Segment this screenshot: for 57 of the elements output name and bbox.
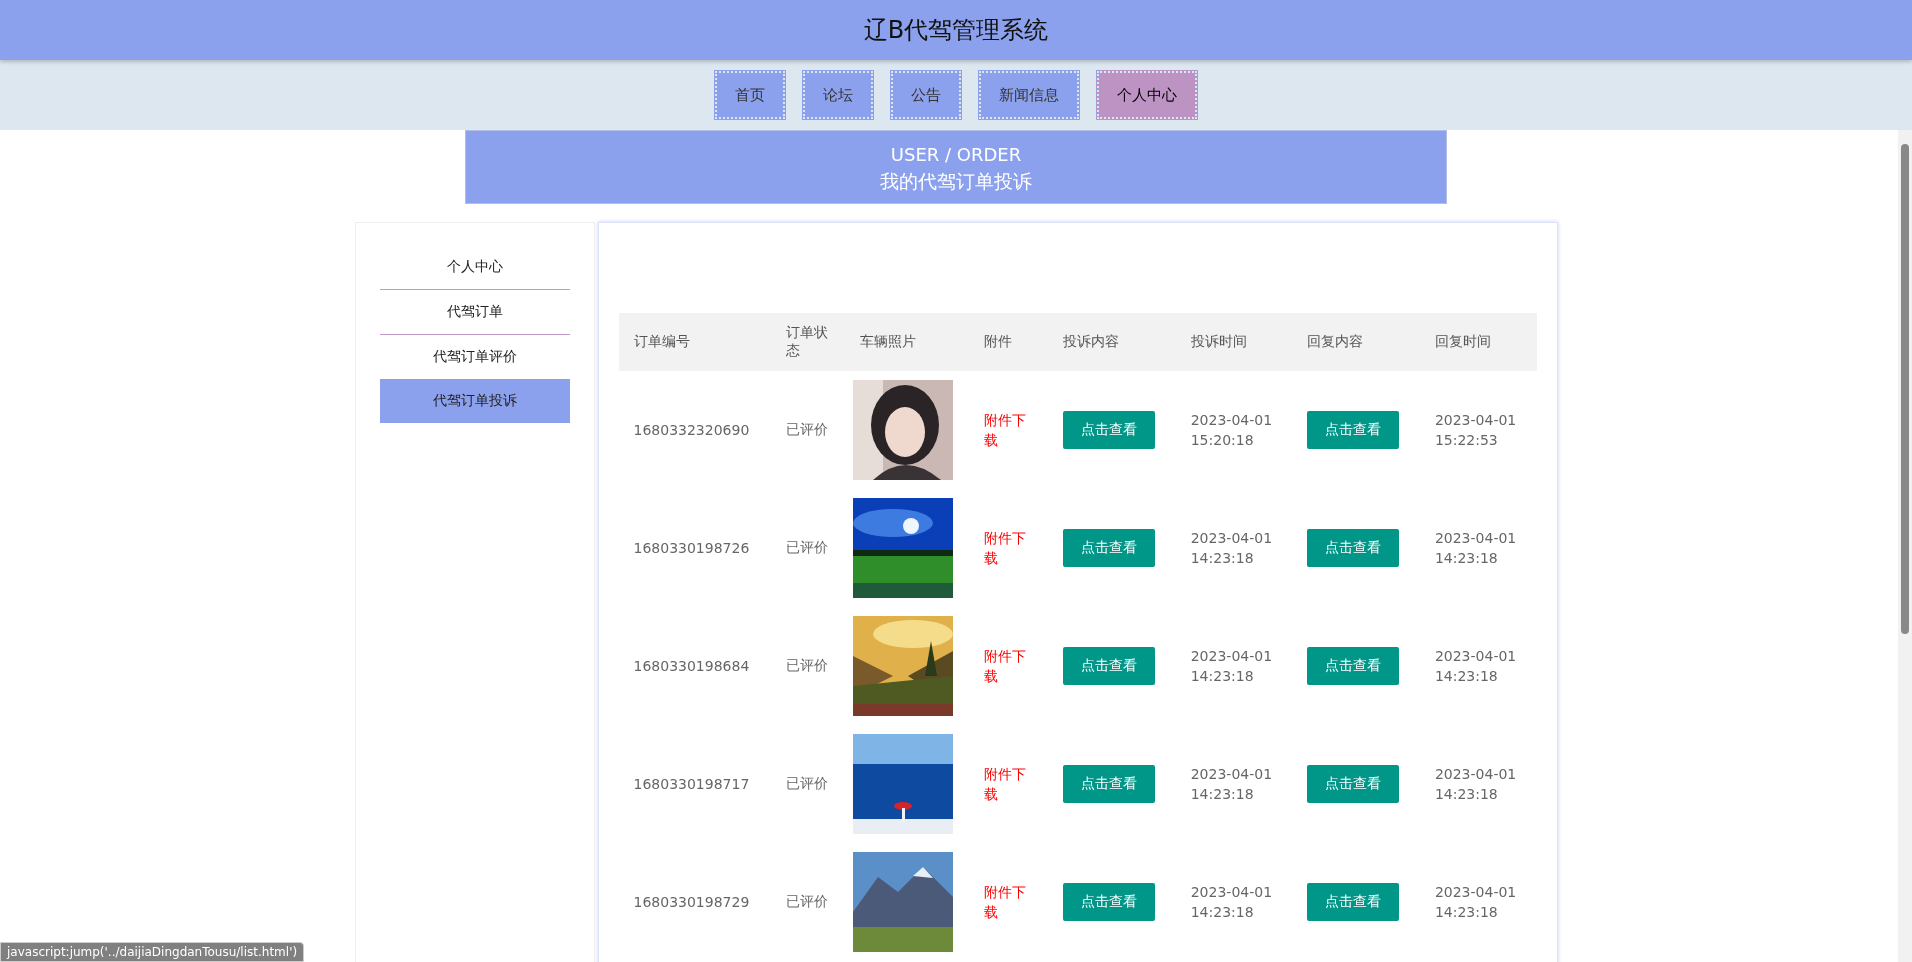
download-link[interactable]: 附件下载 <box>983 528 1030 568</box>
table-cell: 1680332320690 <box>633 422 750 438</box>
view-button[interactable]: 点击查看 <box>1063 529 1156 567</box>
column-header: 车辆照片 <box>845 313 969 371</box>
table-cell: 2023-04-01 14:23:18 <box>1434 884 1517 920</box>
view-button[interactable]: 点击查看 <box>1307 647 1400 685</box>
sidebar-item[interactable]: 代驾订单 <box>379 290 570 335</box>
table-cell: 2023-04-01 14:23:18 <box>1190 530 1273 566</box>
sidebar-item[interactable]: 个人中心 <box>379 245 570 290</box>
column-header: 投诉内容 <box>1048 313 1176 371</box>
column-header: 回复内容 <box>1292 313 1420 371</box>
download-link[interactable]: 附件下载 <box>983 882 1030 922</box>
table-cell: 2023-04-01 14:23:18 <box>1190 766 1273 802</box>
table-cell: 1680330198717 <box>633 776 750 792</box>
scrollbar[interactable] <box>1898 130 1912 962</box>
view-button[interactable]: 点击查看 <box>1063 883 1156 921</box>
site-title: 辽B代驾管理系统 <box>863 15 1049 46</box>
view-button[interactable]: 点击查看 <box>1307 765 1400 803</box>
table-cell: 2023-04-01 14:23:18 <box>1434 530 1517 566</box>
view-button[interactable]: 点击查看 <box>1063 647 1156 685</box>
view-button[interactable]: 点击查看 <box>1063 411 1156 449</box>
view-button[interactable]: 点击查看 <box>1307 529 1400 567</box>
nav-tab[interactable]: 首页 <box>714 70 786 120</box>
column-header: 订单状态 <box>771 313 846 371</box>
view-button[interactable]: 点击查看 <box>1307 883 1400 921</box>
view-button[interactable]: 点击查看 <box>1307 411 1400 449</box>
table-cell: 1680330198729 <box>633 894 750 910</box>
banner-title: 我的代驾订单投诉 <box>879 169 1033 194</box>
view-button[interactable]: 点击查看 <box>1063 765 1156 803</box>
download-link[interactable]: 附件下载 <box>983 646 1030 686</box>
table-cell: 2023-04-01 14:23:18 <box>1190 884 1273 920</box>
nav-tab[interactable]: 公告 <box>890 70 962 120</box>
table-cell: 2023-04-01 15:20:18 <box>1190 412 1273 448</box>
column-header: 订单编号 <box>618 313 772 371</box>
table-cell: 已评价 <box>786 657 829 673</box>
nav-tab[interactable]: 新闻信息 <box>978 70 1080 120</box>
column-header: 投诉时间 <box>1175 313 1293 371</box>
table-cell: 2023-04-01 14:23:18 <box>1434 648 1517 684</box>
sidebar-item[interactable]: 代驾订单评价 <box>379 335 570 379</box>
status-bar: javascript:jump('../daijiaDingdanTousu/list.html') <box>0 942 305 962</box>
column-header: 附件 <box>968 313 1049 371</box>
column-header: 回复时间 <box>1419 313 1537 371</box>
sidebar-item[interactable]: 代驾订单投诉 <box>379 379 570 423</box>
table-cell: 2023-04-01 14:23:18 <box>1434 766 1517 802</box>
nav-tab[interactable]: 论坛 <box>802 70 874 120</box>
table-cell: 1680330198684 <box>633 658 750 674</box>
table-cell: 2023-04-01 15:22:53 <box>1434 412 1517 448</box>
download-link[interactable]: 附件下载 <box>983 410 1030 450</box>
table-cell: 1680330198726 <box>633 540 750 556</box>
table-cell: 已评价 <box>786 421 829 437</box>
nav-tab[interactable]: 个人中心 <box>1096 70 1198 120</box>
download-link[interactable]: 附件下载 <box>983 764 1030 804</box>
table-cell: 已评价 <box>786 775 829 791</box>
table-cell: 已评价 <box>786 539 829 555</box>
banner-subtitle: USER / ORDER <box>889 143 1023 167</box>
table-cell: 2023-04-01 14:23:18 <box>1190 648 1273 684</box>
table-cell: 已评价 <box>786 893 829 909</box>
